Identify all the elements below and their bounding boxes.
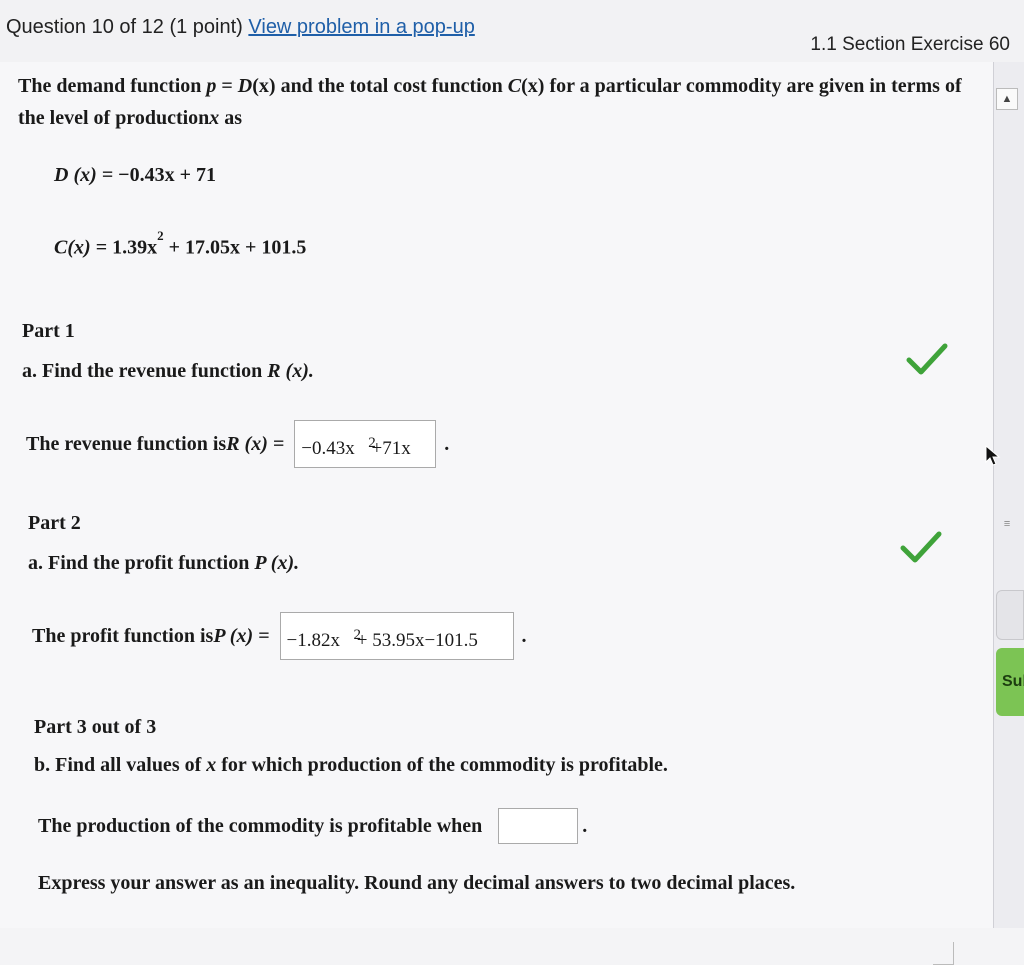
submit-button[interactable]: Submit — [996, 648, 1024, 716]
answer-func: P (x) = — [213, 624, 270, 647]
scroll-grip-icon[interactable]: ≡ — [996, 510, 1018, 540]
revenue-answer-field[interactable]: −0.43x 2 +71x — [294, 420, 437, 468]
question-header: Question 10 of 12 (1 point) View problem… — [0, 0, 1024, 63]
var-p: p — [206, 75, 217, 97]
prompt-func: P (x). — [254, 552, 300, 574]
part1-prompt: a. Find the revenue function R (x). — [22, 360, 314, 383]
answer-label: The production of the commodity is profi… — [38, 814, 483, 837]
answer-label: The profit function is — [32, 624, 214, 647]
problem-intro: The demand function p = D(x) and the tot… — [18, 70, 978, 134]
prompt-text: b. Find all values of — [34, 754, 207, 776]
part2-answer-row: The profit function is P (x) = −1.82x 2 +… — [32, 612, 527, 660]
part3-title: Part 3 out of 3 — [34, 716, 157, 738]
mouse-cursor-icon — [985, 444, 1001, 466]
answer-term: −0.43x — [301, 438, 355, 459]
answer-period: . — [521, 624, 527, 647]
popup-link[interactable]: View problem in a pop-up — [248, 16, 474, 38]
scrollbar[interactable] — [993, 62, 1024, 928]
cost-equation: C(x) = 1.39x2 + 17.05x + 101.5 — [54, 228, 307, 260]
eq-sign: = — [216, 75, 238, 97]
prompt-text: for which production of the commodity is… — [216, 754, 668, 776]
demand-lhs: D (x) = — [54, 164, 119, 186]
intro-text: and the total cost function — [275, 75, 508, 97]
part2-title: Part 2 — [28, 512, 81, 534]
part2-prompt: a. Find the profit function P (x). — [28, 552, 299, 575]
section-label: 1.1 Section Exercise 60 — [810, 34, 1010, 55]
part2-correct-check-icon — [900, 531, 942, 563]
cost-exponent: 2 — [157, 228, 164, 243]
var-D: D — [237, 75, 253, 97]
part3-prompt: b. Find all values of x for which produc… — [34, 754, 668, 777]
frame-corner — [933, 942, 954, 965]
question-info: Question 10 of 12 (1 point) View problem… — [6, 16, 475, 39]
part3-instruction: Express your answer as an inequality. Ro… — [38, 872, 796, 894]
profitable-inequality-input[interactable] — [498, 808, 579, 844]
part1-correct-check-icon — [906, 343, 948, 375]
answer-label: The revenue function is — [26, 432, 227, 455]
answer-period: . — [582, 814, 588, 837]
var-x: x — [206, 754, 217, 776]
prompt-func: R (x). — [267, 360, 314, 382]
answer-term: −1.82x — [286, 630, 340, 651]
var-x: x — [209, 107, 220, 129]
part3-answer-row: The production of the commodity is profi… — [38, 808, 587, 844]
var-C: C — [507, 75, 522, 97]
answer-func: R (x) = — [226, 432, 285, 455]
prompt-text: a. Find the profit function — [28, 552, 255, 574]
answer-term: + 53.95x−101.5 — [352, 630, 478, 651]
question-label: Question 10 of 12 (1 point) — [6, 16, 243, 38]
intro-text: as — [219, 107, 243, 129]
demand-rhs: −0.43x + 71 — [118, 164, 216, 186]
demand-equation: D (x) = −0.43x + 71 — [54, 164, 216, 187]
intro-text: The demand function — [18, 75, 207, 97]
side-tab[interactable] — [996, 590, 1024, 640]
answer-period: . — [444, 432, 450, 455]
problem-content: The demand function p = D(x) and the tot… — [0, 62, 994, 965]
cost-term: + 17.05x + 101.5 — [163, 236, 307, 259]
answer-exponent: 2 — [353, 627, 362, 643]
scroll-up-arrow-icon[interactable]: ▲ — [996, 88, 1018, 110]
var-x: (x) — [521, 75, 545, 97]
part1-title: Part 1 — [22, 320, 75, 342]
cost-lhs: C(x) = — [54, 236, 113, 259]
var-x: (x) — [252, 75, 276, 97]
prompt-text: a. Find the revenue function — [22, 360, 268, 382]
answer-exponent: 2 — [368, 435, 376, 451]
part1-answer-row: The revenue function is R (x) = −0.43x 2 … — [26, 420, 449, 468]
profit-answer-field[interactable]: −1.82x 2 + 53.95x−101.5 — [279, 612, 514, 660]
cost-term: 1.39x — [112, 236, 158, 259]
